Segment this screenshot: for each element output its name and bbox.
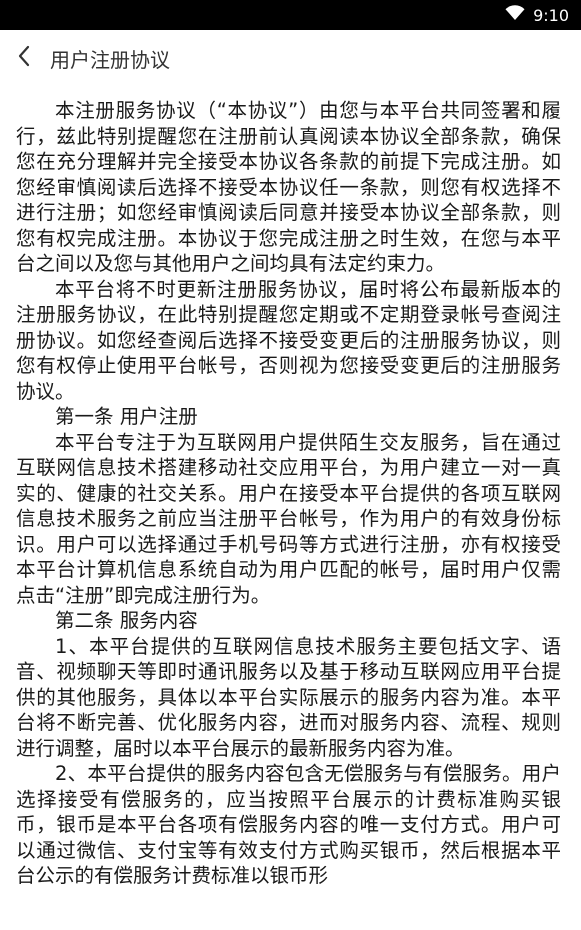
agreement-paragraph: 2、本平台提供的服务内容包含无偿服务与有偿服务。用户选择接受有偿服务的，应当按照… — [16, 762, 561, 887]
agreement-paragraph: 本平台将不时更新注册服务协议，届时将公布最新版本的注册服务协议，在此特别提醒您定… — [16, 277, 561, 403]
back-button[interactable] — [2, 30, 46, 86]
wifi-icon — [505, 5, 525, 25]
status-bar: 9:10 — [0, 0, 581, 30]
status-indicators: 9:10 — [505, 0, 569, 30]
app-bar: 用户注册协议 — [0, 30, 581, 86]
agreement-content[interactable]: 本注册服务协议（“本协议”）由您与本平台共同签署和履行，兹此特别提醒您在注册前认… — [16, 98, 561, 889]
agreement-paragraph: 本注册服务协议（“本协议”）由您与本平台共同签署和履行，兹此特别提醒您在注册前认… — [16, 99, 561, 275]
status-time: 9:10 — [533, 5, 569, 25]
agreement-paragraph: 1、本平台提供的互联网信息技术服务主要包括文字、语音、视频聊天等即时通讯服务以及… — [16, 634, 561, 760]
chevron-left-icon — [17, 44, 31, 72]
section-heading: 第二条 服务内容 — [55, 609, 198, 632]
section-heading: 第一条 用户注册 — [55, 405, 198, 428]
agreement-paragraph: 本平台专注于为互联网用户提供陌生交友服务，旨在通过互联网信息技术搭建移动社交应用… — [16, 430, 561, 607]
page-title: 用户注册协议 — [50, 47, 170, 72]
